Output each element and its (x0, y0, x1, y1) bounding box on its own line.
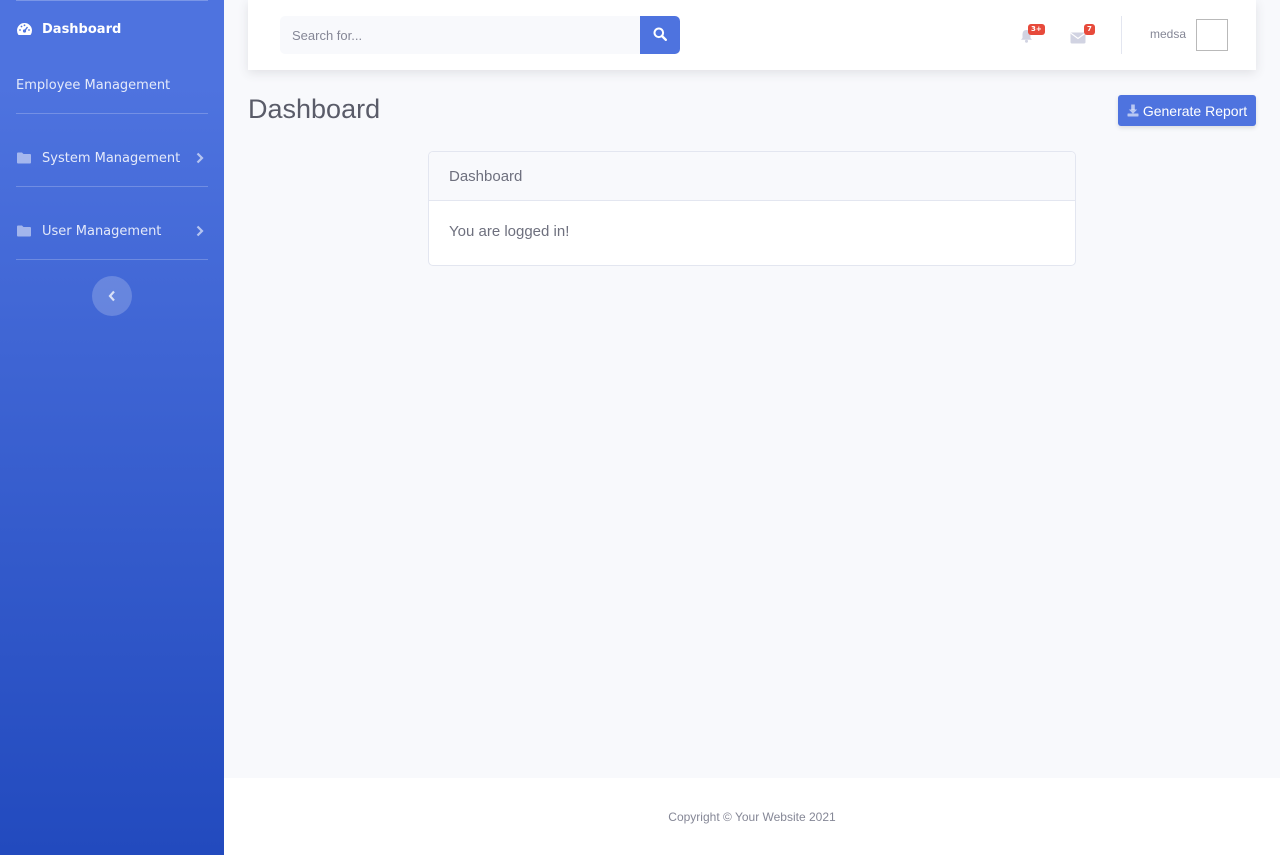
generate-report-label: Generate Report (1142, 102, 1248, 119)
topbar: 3+ 7 medsa (248, 0, 1256, 70)
sidebar-item-label: User Management (42, 223, 162, 239)
folder-icon (16, 151, 34, 165)
sidebar-divider (16, 259, 208, 260)
alerts-dropdown[interactable]: 3+ (1018, 24, 1046, 46)
search-input[interactable] (280, 16, 640, 54)
sidebar-item-label: Dashboard (42, 21, 122, 37)
card-body: You are logged in! (449, 223, 570, 240)
sidebar-divider (16, 186, 208, 187)
messages-dropdown[interactable]: 7 (1070, 24, 1098, 46)
messages-badge: 7 (1084, 24, 1095, 35)
chevron-right-icon (196, 152, 204, 168)
tachometer-icon (16, 22, 34, 36)
sidebar-item-dashboard[interactable]: Dashboard (16, 17, 208, 41)
search-icon (653, 26, 668, 45)
page-title: Dashboard (248, 94, 381, 124)
download-icon (1127, 104, 1139, 117)
generate-report-button[interactable]: Generate Report (1118, 95, 1256, 126)
search-button[interactable] (640, 16, 680, 54)
card-header: Dashboard (429, 152, 1075, 201)
sidebar-item-label: Employee Management (16, 77, 171, 93)
sidebar-item-employee-management[interactable]: Employee Management (16, 73, 208, 97)
topbar-divider (1121, 16, 1122, 54)
sidebar-divider (16, 113, 208, 114)
chevron-right-icon (196, 225, 204, 241)
sidebar-item-system-management[interactable]: System Management (16, 146, 208, 170)
alerts-badge: 3+ (1028, 24, 1045, 35)
sidebar-item-user-management[interactable]: User Management (16, 219, 208, 243)
folder-icon (16, 224, 34, 238)
chevron-left-icon (108, 287, 116, 306)
dashboard-card: Dashboard You are logged in! (428, 151, 1076, 266)
sidebar-item-label: System Management (42, 150, 181, 166)
sidebar: Dashboard Employee Management System Man… (0, 0, 224, 855)
sidebar-toggle-button[interactable] (92, 276, 132, 316)
username-label[interactable]: medsa (1150, 27, 1186, 41)
avatar[interactable] (1196, 19, 1228, 51)
footer: Copyright © Your Website 2021 (224, 778, 1280, 855)
sidebar-divider-top (16, 0, 208, 1)
copyright-text: Copyright © Your Website 2021 (668, 809, 836, 824)
